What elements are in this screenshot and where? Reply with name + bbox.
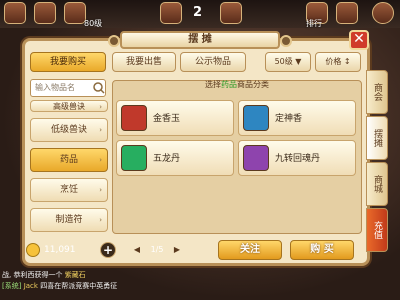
coin-balance: 11,091 <box>44 245 76 255</box>
panel-title: 摆 摊 <box>120 31 280 49</box>
buff-icon[interactable] <box>220 2 242 24</box>
add-coins-button[interactable]: + <box>100 242 116 258</box>
page-indicator: 1/5 <box>150 245 164 254</box>
category-hint: 选择药品商品分类 <box>205 80 269 89</box>
category-crafting-talisman[interactable]: 制造符 › <box>30 208 108 232</box>
chevron-right-icon: › <box>99 126 102 134</box>
pet-icon[interactable] <box>64 2 86 24</box>
tab-public-items[interactable]: 公示物品 <box>180 52 246 72</box>
tab-sell[interactable]: 我要出售 <box>112 52 176 72</box>
potion-bottle-icon <box>243 145 269 171</box>
side-tab-chamber[interactable]: 商会 <box>366 70 388 114</box>
hud-number: 2 <box>193 5 203 20</box>
chat-log[interactable]: 战, 恭利西获得一个 紫藏石 [系统] Jack 四喜在帮派竞赛中英勇征 <box>2 270 262 300</box>
event-icon[interactable] <box>160 2 182 24</box>
chevron-right-icon: › <box>99 186 102 194</box>
search-icon[interactable] <box>92 80 106 96</box>
side-tab-mall[interactable]: 商城 <box>366 162 388 206</box>
item-ding-shen-xiang[interactable]: 定神香 <box>238 100 356 136</box>
gift-bag-icon <box>121 105 147 131</box>
chat-line-1: 战, 恭利西获得一个 紫藏石 <box>2 271 86 279</box>
player-portrait-icon[interactable] <box>372 2 394 24</box>
pills-icon <box>121 145 147 171</box>
next-page-button[interactable]: ▶ <box>170 243 184 257</box>
treasure-icon[interactable] <box>34 2 56 24</box>
follow-button[interactable]: 关注 <box>218 240 282 260</box>
tab-buy[interactable]: 我要购买 <box>30 52 106 72</box>
category-high-beast-skill[interactable]: 高级兽诀 › <box>30 100 108 112</box>
chevron-right-icon: › <box>99 103 102 111</box>
category-low-beast-skill[interactable]: 低级兽诀 › <box>30 118 108 142</box>
level-label: 80级 <box>84 19 103 28</box>
item-jin-xiang-yu[interactable]: 金香玉 <box>116 100 234 136</box>
chevron-right-icon: › <box>99 156 102 164</box>
title-ornament-left <box>108 35 120 47</box>
level-select[interactable]: 50级 ▼ <box>265 52 311 72</box>
chat-line-2: [系统] Jack 四喜在帮派竞赛中英勇征 <box>2 282 118 290</box>
category-medicine[interactable]: 药品 › <box>30 148 108 172</box>
level-icon[interactable] <box>336 2 358 24</box>
side-tab-stall[interactable]: 摆摊 <box>366 116 388 160</box>
prev-page-button[interactable]: ◀ <box>130 243 144 257</box>
buy-button[interactable]: 购 买 <box>290 240 354 260</box>
item-jiu-zhuan-hui-hun-dan[interactable]: 九转回魂丹 <box>238 140 356 176</box>
price-sort-button[interactable]: 价格 ↕ <box>315 52 361 72</box>
category-cooking[interactable]: 烹饪 › <box>30 178 108 202</box>
title-ornament-right <box>280 35 292 47</box>
incense-bowl-icon <box>243 105 269 131</box>
avatar-icon[interactable] <box>4 2 26 24</box>
coin-icon <box>26 243 40 257</box>
close-button[interactable]: ✕ <box>349 30 369 50</box>
chevron-right-icon: › <box>99 216 102 224</box>
item-wu-long-dan[interactable]: 五龙丹 <box>116 140 234 176</box>
close-icon: ✕ <box>353 31 365 47</box>
ranking-label: 排行 <box>306 19 322 28</box>
side-tab-recharge[interactable]: 充值 <box>366 208 388 252</box>
